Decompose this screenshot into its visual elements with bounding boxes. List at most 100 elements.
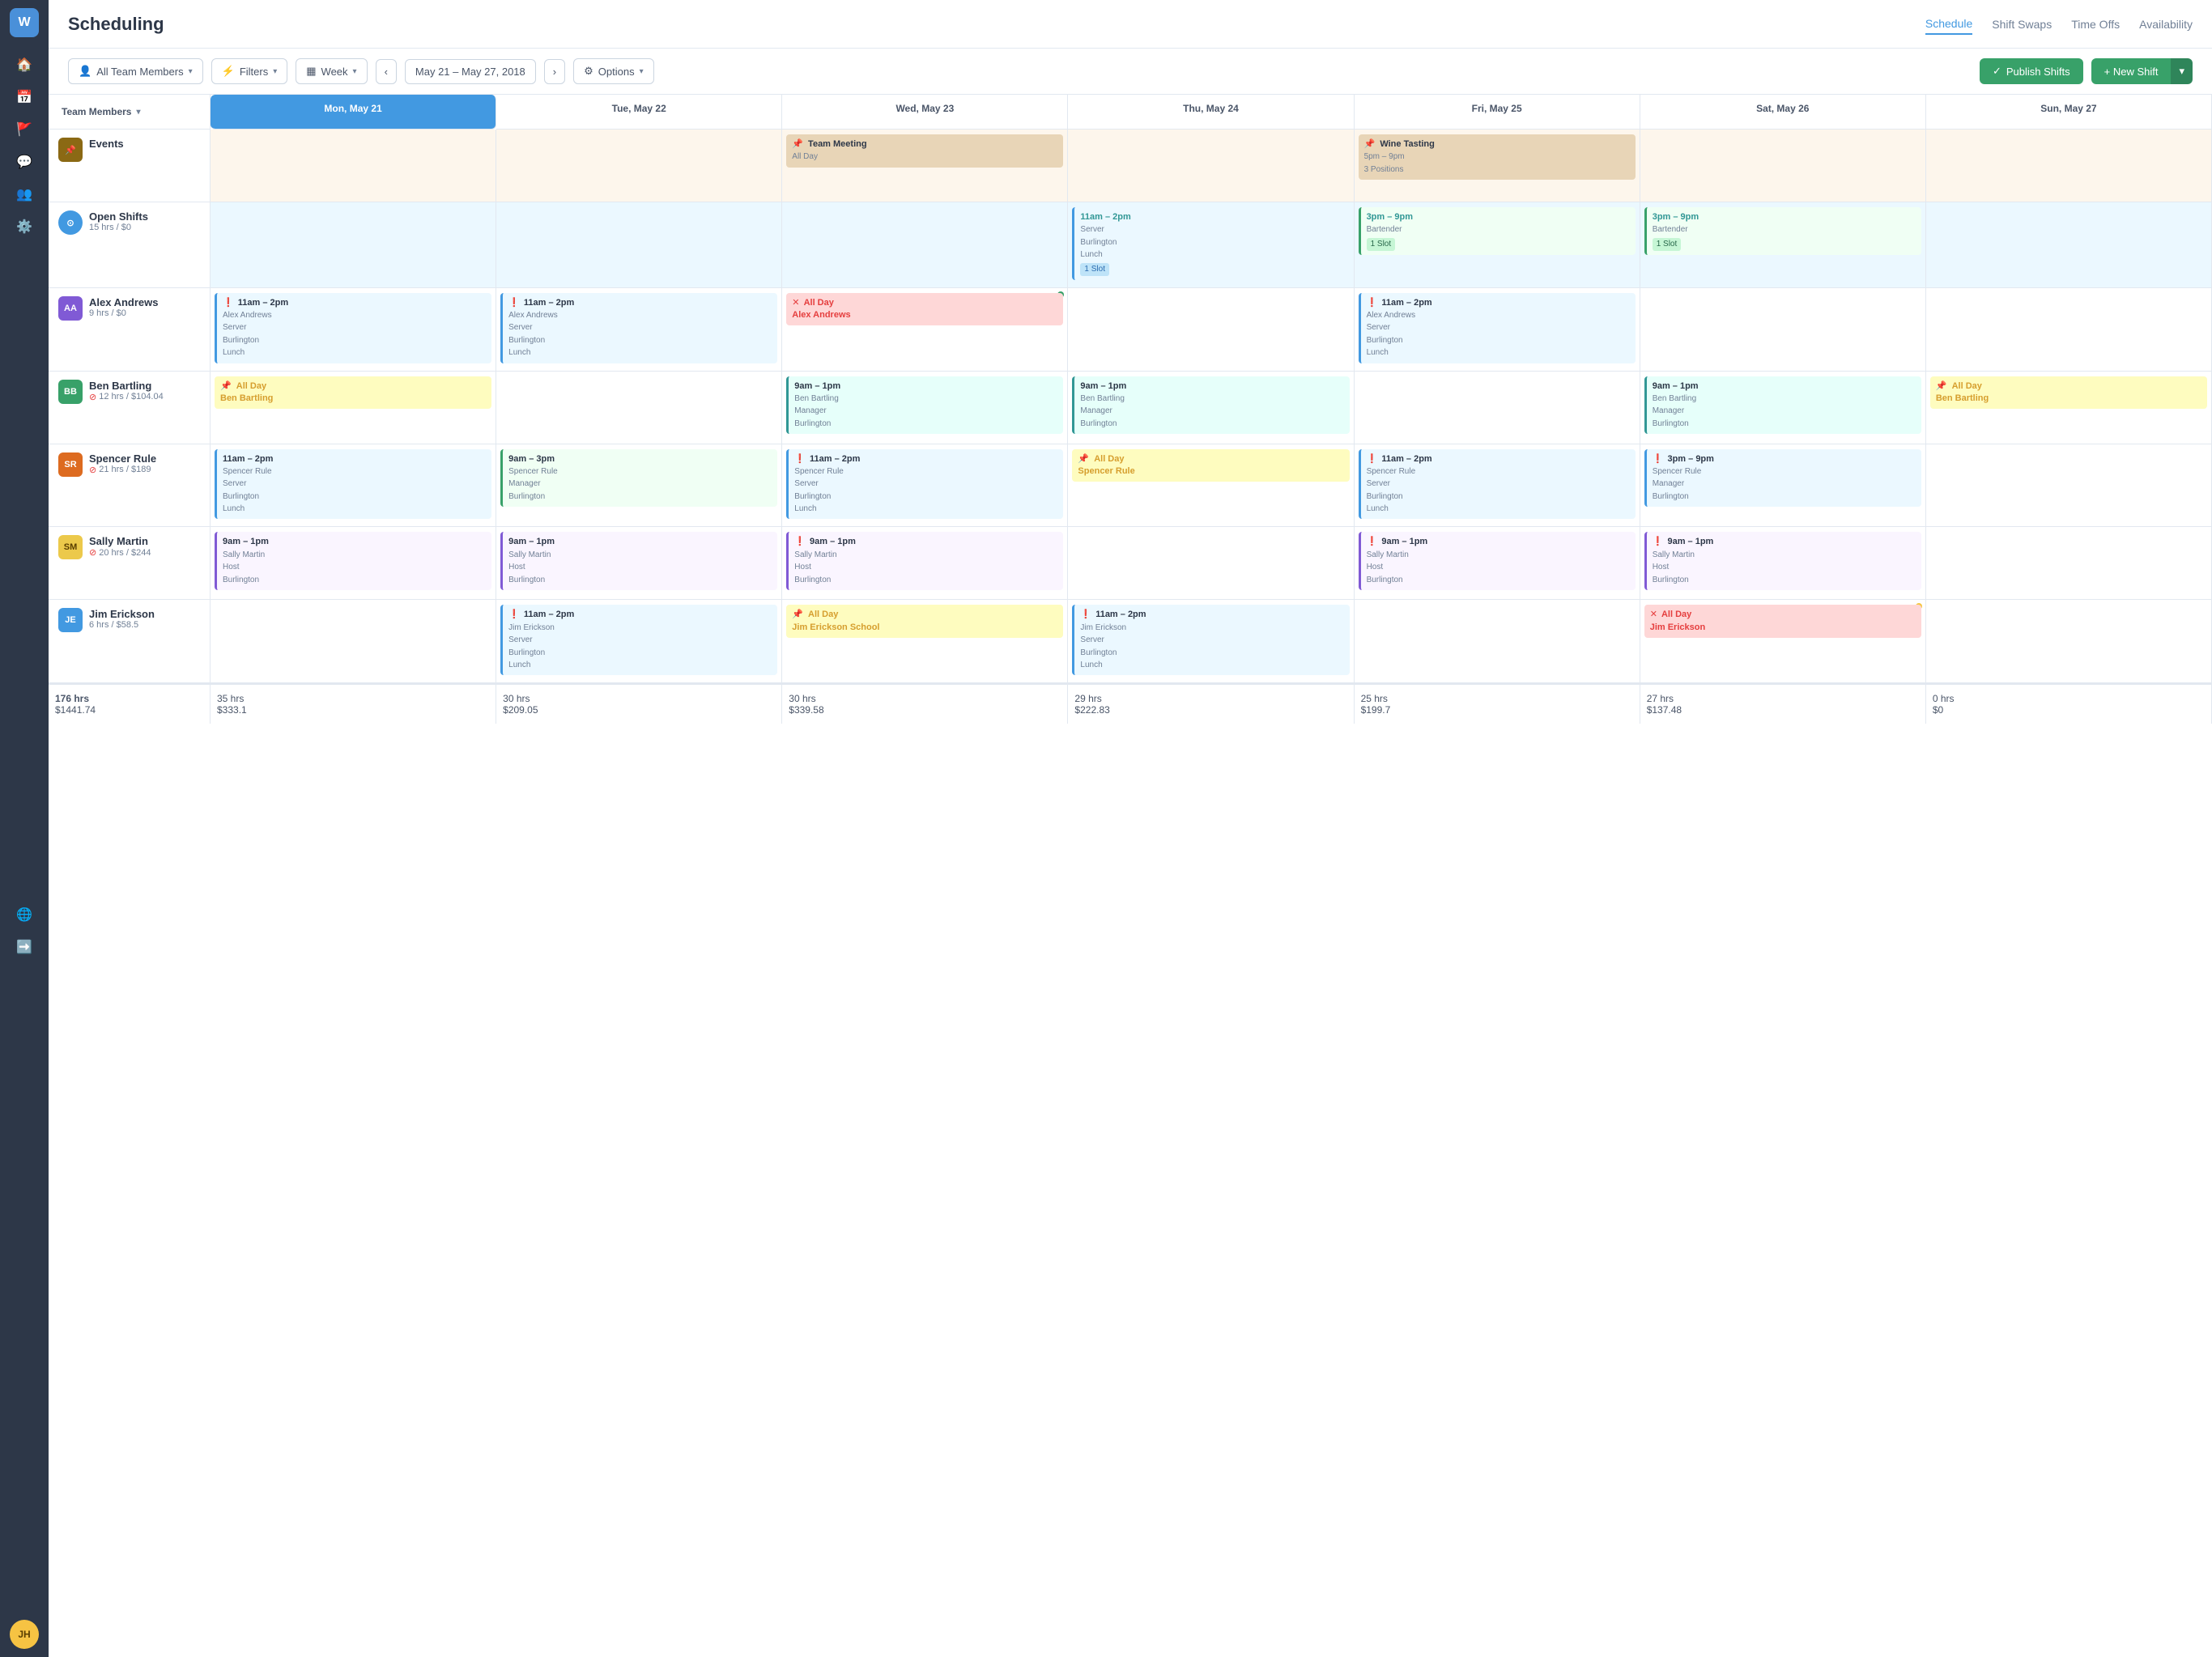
sally-mon[interactable]: 9am – 1pm Sally Martin Host Burlington xyxy=(211,527,496,600)
row-group-select[interactable]: Team Members ▾ xyxy=(55,103,147,121)
sidebar-schedule[interactable]: 📅 xyxy=(10,83,39,112)
events-tue[interactable] xyxy=(496,130,782,202)
events-fri[interactable]: 📌 Wine Tasting 5pm – 9pm 3 Positions xyxy=(1355,130,1640,202)
spencer-tue[interactable]: 9am – 3pm Spencer Rule Manager Burlingto… xyxy=(496,444,782,528)
sally-wed[interactable]: ❗ 9am – 1pm Sally Martin Host Burlington xyxy=(782,527,1068,600)
ben-fri[interactable] xyxy=(1355,372,1640,444)
open-shift-thu[interactable]: 11am – 2pm Server Burlington Lunch 1 Slo… xyxy=(1072,207,1349,280)
ben-shift-sat[interactable]: 9am – 1pm Ben Bartling Manager Burlingto… xyxy=(1644,376,1921,435)
sally-sat[interactable]: ❗ 9am – 1pm Sally Martin Host Burlington xyxy=(1640,527,1926,600)
spencer-sun[interactable] xyxy=(1926,444,2212,528)
week-button[interactable]: ▦ Week ▾ xyxy=(296,58,367,84)
sally-tue[interactable]: 9am – 1pm Sally Martin Host Burlington xyxy=(496,527,782,600)
jim-shift-thu[interactable]: ❗ 11am – 2pm Jim Erickson Server Burling… xyxy=(1072,605,1349,675)
publish-shifts-button[interactable]: ✓ Publish Shifts xyxy=(1980,58,2083,84)
open-mon[interactable] xyxy=(211,202,496,288)
alex-fri[interactable]: ❗ 11am – 2pm Alex Andrews Server Burling… xyxy=(1355,288,1640,372)
jim-fri[interactable] xyxy=(1355,600,1640,683)
new-shift-caret[interactable]: ▾ xyxy=(2171,58,2193,84)
jim-shift-tue[interactable]: ❗ 11am – 2pm Jim Erickson Server Burling… xyxy=(500,605,777,675)
alex-allday-wed[interactable]: ✕ All Day Alex Andrews xyxy=(786,293,1063,326)
events-sat[interactable] xyxy=(1640,130,1926,202)
events-wed[interactable]: 📌 Team Meeting All Day xyxy=(782,130,1068,202)
open-wed[interactable] xyxy=(782,202,1068,288)
ben-mon[interactable]: 📌 All Day Ben Bartling xyxy=(211,372,496,444)
sidebar-flag[interactable]: 🚩 xyxy=(10,115,39,144)
sally-thu[interactable] xyxy=(1068,527,1354,600)
ben-allday-mon[interactable]: 📌 All Day Ben Bartling xyxy=(215,376,491,410)
events-sun[interactable] xyxy=(1926,130,2212,202)
sally-shift-wed[interactable]: ❗ 9am – 1pm Sally Martin Host Burlington xyxy=(786,532,1063,590)
event-wine-tasting[interactable]: 📌 Wine Tasting 5pm – 9pm 3 Positions xyxy=(1359,134,1636,180)
ben-tue[interactable] xyxy=(496,372,782,444)
sally-shift-mon[interactable]: 9am – 1pm Sally Martin Host Burlington xyxy=(215,532,491,590)
sally-sun[interactable] xyxy=(1926,527,2212,600)
sidebar-chat[interactable]: 💬 xyxy=(10,147,39,176)
open-thu[interactable]: 11am – 2pm Server Burlington Lunch 1 Slo… xyxy=(1068,202,1354,288)
alex-mon[interactable]: ❗ 11am – 2pm Alex Andrews Server Burling… xyxy=(211,288,496,372)
jim-sat[interactable]: ✕ All Day Jim Erickson xyxy=(1640,600,1926,683)
alex-wed[interactable]: ✕ All Day Alex Andrews xyxy=(782,288,1068,372)
open-sat[interactable]: 3pm – 9pm Bartender 1 Slot xyxy=(1640,202,1926,288)
ben-sun[interactable]: 📌 All Day Ben Bartling xyxy=(1926,372,2212,444)
spencer-shift-fri[interactable]: ❗ 11am – 2pm Spencer Rule Server Burling… xyxy=(1359,449,1636,520)
spencer-shift-wed[interactable]: ❗ 11am – 2pm Spencer Rule Server Burling… xyxy=(786,449,1063,520)
alex-sun[interactable] xyxy=(1926,288,2212,372)
alex-tue[interactable]: ❗ 11am – 2pm Alex Andrews Server Burling… xyxy=(496,288,782,372)
spencer-allday-thu[interactable]: 📌 All Day Spencer Rule xyxy=(1072,449,1349,482)
sidebar-globe[interactable]: 🌐 xyxy=(10,900,39,929)
sally-fri[interactable]: ❗ 9am – 1pm Sally Martin Host Burlington xyxy=(1355,527,1640,600)
options-button[interactable]: ⚙ Options ▾ xyxy=(573,58,654,84)
ben-sat[interactable]: 9am – 1pm Ben Bartling Manager Burlingto… xyxy=(1640,372,1926,444)
ben-allday-sun[interactable]: 📌 All Day Ben Bartling xyxy=(1930,376,2207,410)
ben-shift-wed[interactable]: 9am – 1pm Ben Bartling Manager Burlingto… xyxy=(786,376,1063,435)
nav-shift-swaps[interactable]: Shift Swaps xyxy=(1992,15,2052,34)
open-tue[interactable] xyxy=(496,202,782,288)
filters-button[interactable]: ⚡ Filters ▾ xyxy=(211,58,288,84)
spencer-wed[interactable]: ❗ 11am – 2pm Spencer Rule Server Burling… xyxy=(782,444,1068,528)
team-members-filter[interactable]: 👤 All Team Members ▾ xyxy=(68,58,203,84)
alex-sat[interactable] xyxy=(1640,288,1926,372)
sally-shift-tue[interactable]: 9am – 1pm Sally Martin Host Burlington xyxy=(500,532,777,590)
events-thu[interactable] xyxy=(1068,130,1354,202)
alex-shift-fri[interactable]: ❗ 11am – 2pm Alex Andrews Server Burling… xyxy=(1359,293,1636,363)
alex-shift-tue[interactable]: ❗ 11am – 2pm Alex Andrews Server Burling… xyxy=(500,293,777,363)
sidebar-team[interactable]: 👥 xyxy=(10,180,39,209)
spencer-sat[interactable]: ❗ 3pm – 9pm Spencer Rule Manager Burling… xyxy=(1640,444,1926,528)
jim-wed[interactable]: 📌 All Day Jim Erickson School xyxy=(782,600,1068,683)
open-sun[interactable] xyxy=(1926,202,2212,288)
ben-wed[interactable]: 9am – 1pm Ben Bartling Manager Burlingto… xyxy=(782,372,1068,444)
jim-mon[interactable] xyxy=(211,600,496,683)
nav-schedule[interactable]: Schedule xyxy=(1925,14,1972,35)
sally-shift-fri[interactable]: ❗ 9am – 1pm Sally Martin Host Burlington xyxy=(1359,532,1636,590)
alex-shift-mon[interactable]: ❗ 11am – 2pm Alex Andrews Server Burling… xyxy=(215,293,491,363)
nav-time-offs[interactable]: Time Offs xyxy=(2071,15,2120,34)
alex-thu[interactable] xyxy=(1068,288,1354,372)
jim-thu[interactable]: ❗ 11am – 2pm Jim Erickson Server Burling… xyxy=(1068,600,1354,683)
sidebar-settings[interactable]: ⚙️ xyxy=(10,212,39,241)
jim-sun[interactable] xyxy=(1926,600,2212,683)
open-shift-fri[interactable]: 3pm – 9pm Bartender 1 Slot xyxy=(1359,207,1636,255)
spencer-fri[interactable]: ❗ 11am – 2pm Spencer Rule Server Burling… xyxy=(1355,444,1640,528)
jim-allday-sat[interactable]: ✕ All Day Jim Erickson xyxy=(1644,605,1921,638)
jim-tue[interactable]: ❗ 11am – 2pm Jim Erickson Server Burling… xyxy=(496,600,782,683)
open-fri[interactable]: 3pm – 9pm Bartender 1 Slot xyxy=(1355,202,1640,288)
events-mon[interactable] xyxy=(211,130,496,202)
new-shift-button[interactable]: + New Shift xyxy=(2091,58,2172,84)
next-week-button[interactable]: › xyxy=(544,59,565,84)
user-avatar[interactable]: JH xyxy=(10,1620,39,1649)
spencer-shift-mon[interactable]: 11am – 2pm Spencer Rule Server Burlingto… xyxy=(215,449,491,520)
sidebar-arrow[interactable]: ➡️ xyxy=(10,933,39,962)
spencer-shift-sat[interactable]: ❗ 3pm – 9pm Spencer Rule Manager Burling… xyxy=(1644,449,1921,508)
ben-shift-thu[interactable]: 9am – 1pm Ben Bartling Manager Burlingto… xyxy=(1072,376,1349,435)
ben-thu[interactable]: 9am – 1pm Ben Bartling Manager Burlingto… xyxy=(1068,372,1354,444)
spencer-shift-tue[interactable]: 9am – 3pm Spencer Rule Manager Burlingto… xyxy=(500,449,777,508)
date-range-display[interactable]: May 21 – May 27, 2018 xyxy=(405,59,536,84)
spencer-mon[interactable]: 11am – 2pm Spencer Rule Server Burlingto… xyxy=(211,444,496,528)
spencer-thu[interactable]: 📌 All Day Spencer Rule xyxy=(1068,444,1354,528)
jim-allday-wed[interactable]: 📌 All Day Jim Erickson School xyxy=(786,605,1063,638)
sally-shift-sat[interactable]: ❗ 9am – 1pm Sally Martin Host Burlington xyxy=(1644,532,1921,590)
prev-week-button[interactable]: ‹ xyxy=(376,59,397,84)
open-shift-sat[interactable]: 3pm – 9pm Bartender 1 Slot xyxy=(1644,207,1921,255)
event-team-meeting[interactable]: 📌 Team Meeting All Day xyxy=(786,134,1063,168)
